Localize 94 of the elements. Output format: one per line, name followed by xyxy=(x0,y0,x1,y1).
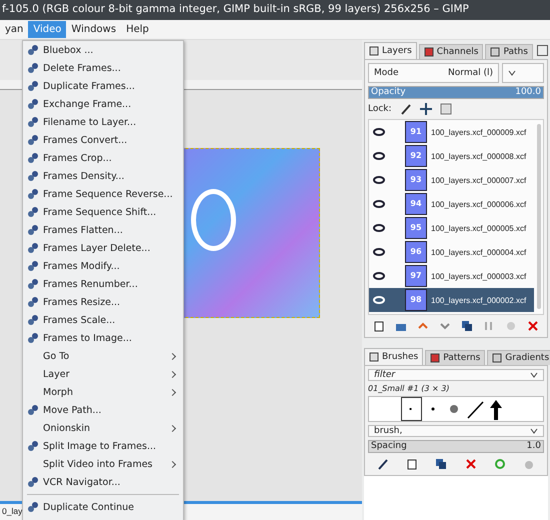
menu-entry[interactable]: Duplicate Frames... xyxy=(23,77,183,95)
layer-row[interactable]: 95 100_layers.xcf_000005.xcf xyxy=(369,216,534,240)
dock-tab[interactable]: Channels xyxy=(418,44,484,59)
move-icon xyxy=(420,103,432,115)
spacing-slider[interactable]: Spacing 1.0 xyxy=(368,440,544,453)
menu-entry[interactable]: Split Video into Frames xyxy=(23,455,183,473)
dock-tab[interactable]: Paths xyxy=(485,44,533,59)
layer-thumbnail: 96 xyxy=(405,241,427,263)
layer-name: 100_layers.xcf_000007.xcf xyxy=(431,176,526,184)
layer-thumbnail: 95 xyxy=(405,217,427,239)
layer-name: 100_layers.xcf_000002.xcf xyxy=(431,296,526,304)
layer-thumbnail: 91 xyxy=(405,121,427,143)
dock-tab[interactable]: Layers xyxy=(364,42,417,59)
dock-tab[interactable]: Brushes xyxy=(364,348,424,365)
menu-entry[interactable]: Delete Frames... xyxy=(23,59,183,77)
menu-entry[interactable]: VCR Navigator... xyxy=(23,473,183,491)
brush-stroke xyxy=(191,189,236,251)
mode-dropdown[interactable]: Mode Normal (l) xyxy=(368,63,499,83)
slider-value: 1.0 xyxy=(526,441,541,451)
eye-icon[interactable] xyxy=(373,152,385,160)
eye-icon[interactable] xyxy=(373,248,385,256)
menu-item[interactable]: yan xyxy=(0,21,28,38)
eye-icon[interactable] xyxy=(373,200,385,208)
layer-row[interactable]: 92 100_layers.xcf_000008.xcf xyxy=(369,144,534,168)
delete-icon[interactable] xyxy=(527,320,539,332)
menu-item[interactable]: Help xyxy=(121,21,154,38)
menu-entry[interactable]: Layer xyxy=(23,365,183,383)
menu-entry[interactable]: Frames Modify... xyxy=(23,257,183,275)
menu-entry[interactable]: Frames Flatten... xyxy=(23,221,183,239)
layer-thumbnail: 94 xyxy=(405,193,427,215)
menu-entry[interactable]: Frames to Image... xyxy=(23,329,183,347)
layer-row[interactable]: 97 100_layers.xcf_000003.xcf xyxy=(369,264,534,288)
window-title: f-105.0 (RGB colour 8-bit gamma integer, GIMP built-in sRGB, 99 layers) 256x256 – GIMP xyxy=(0,0,550,20)
menu-entry[interactable]: Duplicate Continue xyxy=(23,498,183,516)
layer-row[interactable]: 98 100_layers.xcf_000002.xcf xyxy=(369,288,534,312)
layer-name: 100_layers.xcf_000006.xcf xyxy=(431,200,526,208)
duplicate-icon[interactable] xyxy=(461,320,473,332)
eye-icon[interactable] xyxy=(373,224,385,232)
eye-icon[interactable] xyxy=(373,176,385,184)
menu-entry[interactable]: Frame Sequence Reverse... xyxy=(23,185,183,203)
dock-tab[interactable]: Gradients xyxy=(487,350,550,365)
scrollbar[interactable] xyxy=(537,124,541,309)
slider-value: 100.0 xyxy=(515,87,541,97)
filter-placeholder: filter xyxy=(374,370,396,380)
layer-thumbnail: 93 xyxy=(405,169,427,191)
layer-name: 100_layers.xcf_000005.xcf xyxy=(431,224,526,232)
menu-entry[interactable]: Frames Density... xyxy=(23,167,183,185)
menu-entry[interactable]: Filename to Layer... xyxy=(23,113,183,131)
pencil-icon[interactable] xyxy=(376,458,389,470)
menu-entry[interactable]: Frame Sequence Shift... xyxy=(23,203,183,221)
layer-row[interactable]: 94 100_layers.xcf_000006.xcf xyxy=(369,192,534,216)
slider-label: Opacity xyxy=(371,87,406,97)
menu-item[interactable]: Windows xyxy=(66,21,122,38)
delete-icon[interactable] xyxy=(464,458,477,470)
menu-entry[interactable]: Frames Crop... xyxy=(23,149,183,167)
layer-thumbnail: 98 xyxy=(405,289,427,311)
menu-entry[interactable]: Frames Renumber... xyxy=(23,275,183,293)
layer-row[interactable]: 96 100_layers.xcf_000004.xcf xyxy=(369,240,534,264)
new-brush-icon[interactable] xyxy=(406,458,418,470)
layer-name: 100_layers.xcf_000009.xcf xyxy=(431,128,526,136)
menu-entry[interactable]: Frames Scale... xyxy=(23,311,183,329)
filter-field[interactable]: filter xyxy=(368,369,544,381)
mode-label: Mode xyxy=(374,68,399,78)
caret-icon xyxy=(530,428,538,434)
slider-label: Spacing xyxy=(371,441,407,451)
eye-icon[interactable] xyxy=(373,128,385,136)
brush-name: 01_Small #1 (3 × 3) xyxy=(368,384,450,393)
menu-entry[interactable]: Frames Layer Delete... xyxy=(23,239,183,257)
menu-entry[interactable]: Frames Resize... xyxy=(23,293,183,311)
menu-entry[interactable]: Split Image to Frames... xyxy=(23,437,183,455)
caret-icon xyxy=(530,372,538,378)
menu-entry[interactable]: Frames Convert... xyxy=(23,131,183,149)
duplicate-icon[interactable] xyxy=(435,458,448,470)
menu-entry[interactable]: Exchange Frame... xyxy=(23,95,183,113)
layer-name: 100_layers.xcf_000003.xcf xyxy=(431,272,526,280)
tag-value: brush, xyxy=(374,426,402,436)
caret-icon xyxy=(508,70,516,76)
tag-field[interactable]: brush, xyxy=(368,425,544,437)
layer-thumbnail: 92 xyxy=(405,145,427,167)
dock-tab[interactable]: Patterns xyxy=(425,350,486,365)
mode-value: Normal (l) xyxy=(448,68,493,78)
eye-icon[interactable] xyxy=(373,272,385,280)
menu-entry[interactable]: Move Path... xyxy=(23,401,183,419)
layer-thumbnail: 97 xyxy=(405,265,427,287)
layer-name: 100_layers.xcf_000008.xcf xyxy=(431,152,526,160)
lock-label: Lock: xyxy=(368,104,392,114)
menu-entry[interactable]: Onionskin xyxy=(23,419,183,437)
new-layer-icon[interactable] xyxy=(373,320,385,332)
layer-row[interactable]: 91 100_layers.xcf_000009.xcf xyxy=(369,120,534,144)
layer-name: 100_layers.xcf_000004.xcf xyxy=(431,248,526,256)
menu-entry[interactable]: Bluebox ... xyxy=(23,41,183,59)
layer-row[interactable]: 93 100_layers.xcf_000007.xcf xyxy=(369,168,534,192)
menu-entry[interactable]: Morph xyxy=(23,383,183,401)
menu-entry[interactable]: Go To xyxy=(23,347,183,365)
